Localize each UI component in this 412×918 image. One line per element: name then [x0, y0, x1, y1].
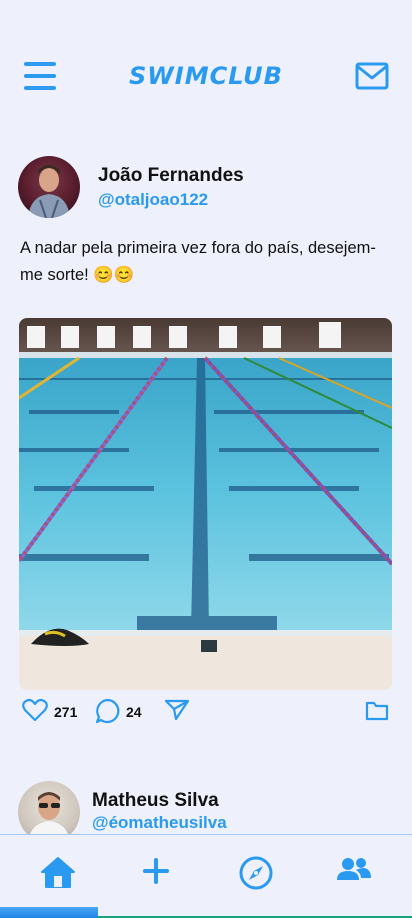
users-icon[interactable] — [336, 855, 376, 895]
post-actions: 271 24 — [0, 698, 412, 728]
like-count: 271 — [54, 704, 78, 720]
avatar[interactable] — [18, 156, 80, 218]
comment-count: 24 — [126, 704, 142, 720]
plus-icon[interactable] — [140, 855, 180, 895]
author-name[interactable]: João Fernandes — [98, 165, 244, 187]
share-icon[interactable] — [164, 698, 190, 726]
post-text: A nadar pela primeira vez fora do país, … — [20, 239, 376, 284]
compass-icon[interactable] — [238, 855, 278, 895]
author-handle[interactable]: @otaljoao122 — [98, 190, 208, 210]
comment-icon[interactable] — [95, 698, 121, 728]
app-logo: SWIMCLUB — [129, 62, 283, 90]
author-name[interactable]: Matheus Silva — [92, 790, 219, 812]
active-tab-indicator — [0, 907, 98, 918]
mail-icon[interactable] — [355, 61, 389, 91]
like-icon[interactable] — [22, 698, 48, 726]
post-image[interactable] — [19, 318, 392, 690]
folder-icon[interactable] — [365, 699, 389, 725]
app-header: SWIMCLUB — [0, 0, 412, 150]
home-icon[interactable] — [40, 855, 80, 895]
bottom-nav — [0, 834, 412, 918]
author-handle[interactable]: @éomatheusilva — [92, 813, 227, 833]
